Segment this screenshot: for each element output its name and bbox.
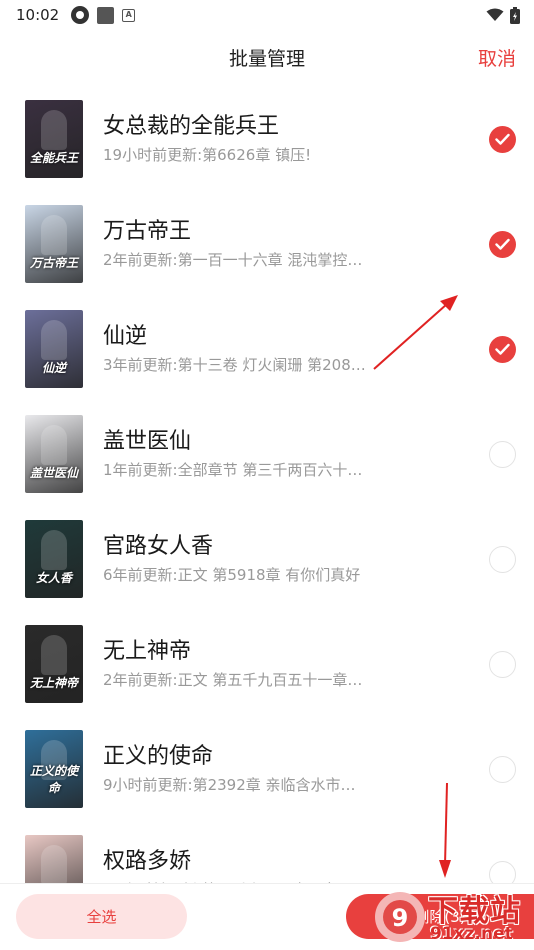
checkbox-unchecked[interactable] <box>489 651 516 678</box>
book-title: 无上神帝 <box>103 639 192 664</box>
cover-figure <box>41 845 67 883</box>
book-title: 权路多娇 <box>103 849 192 874</box>
book-cover: 无上神帝 <box>25 625 83 703</box>
cover-figure <box>41 635 67 675</box>
book-item[interactable]: 盖世医仙 盖世医仙 1年前更新:全部章节 第三千两百六十… <box>0 401 534 506</box>
book-update: 1年前更新:全部章节 第三千两百六十… <box>103 461 363 479</box>
select-all-button[interactable]: 全选 <box>16 894 187 939</box>
cover-title-art: 正义的使命 <box>29 764 78 795</box>
book-item[interactable]: 万古帝王 万古帝王 2年前更新:第一百一十六章 混沌掌控… <box>0 191 534 296</box>
check-icon <box>495 343 510 355</box>
watermark-logo-icon: 9 <box>375 892 425 942</box>
book-cover: 仙逆 <box>25 310 83 388</box>
book-item[interactable]: 女人香 官路女人香 6年前更新:正文 第5918章 有你们真好 <box>0 506 534 611</box>
book-update: 3年前更新:第十三卷 灯火阑珊 第208… <box>103 356 366 374</box>
watermark-url: 91xz.net <box>430 924 513 944</box>
cover-title-art: 女人香 <box>35 571 72 585</box>
square-icon <box>97 6 115 24</box>
book-cover: 权路 <box>25 835 83 883</box>
book-cover: 盖世医仙 <box>25 415 83 493</box>
book-update: 9小时前更新:第2392章 亲临含水市… <box>103 776 356 794</box>
header: 批量管理 取消 <box>0 30 534 86</box>
cover-figure <box>41 530 67 570</box>
book-title: 万古帝王 <box>103 219 192 244</box>
cover-figure <box>41 215 67 255</box>
watermark: 9 下载站 91xz.net <box>372 886 534 950</box>
cover-title-art: 盖世医仙 <box>29 466 78 480</box>
status-bar: 10:02 A <box>0 0 534 30</box>
book-item[interactable]: 无上神帝 无上神帝 2年前更新:正文 第五千九百五十一章… <box>0 611 534 716</box>
book-title: 正义的使命 <box>103 744 214 769</box>
book-list[interactable]: 全能兵王 女总裁的全能兵王 19小时前更新:第6626章 镇压! 万古帝王 万古帝王 2年… <box>0 86 534 883</box>
check-icon <box>495 238 510 250</box>
book-cover: 女人香 <box>25 520 83 598</box>
checkbox-checked[interactable] <box>489 231 516 258</box>
checkbox-checked[interactable] <box>489 126 516 153</box>
book-update: 6年前更新:正文 第5918章 有你们真好 <box>103 566 361 584</box>
book-title: 官路女人香 <box>103 534 214 559</box>
book-item[interactable]: 仙逆 仙逆 3年前更新:第十三卷 灯火阑珊 第208… <box>0 296 534 401</box>
book-item[interactable]: 正义的使命 正义的使命 9小时前更新:第2392章 亲临含水市… <box>0 716 534 821</box>
checkbox-unchecked[interactable] <box>489 546 516 573</box>
pin-icon <box>71 6 90 24</box>
checkbox-checked[interactable] <box>489 336 516 363</box>
book-title: 仙逆 <box>103 324 148 349</box>
cover-title-art: 无上神帝 <box>29 676 78 690</box>
a-icon: A <box>122 8 136 22</box>
svg-text:9: 9 <box>392 904 409 932</box>
book-item[interactable]: 全能兵王 女总裁的全能兵王 19小时前更新:第6626章 镇压! <box>0 86 534 191</box>
book-update: 2年前更新:第一百一十六章 混沌掌控… <box>103 251 363 269</box>
cover-title-art: 仙逆 <box>41 361 66 375</box>
cover-figure <box>41 110 67 150</box>
book-cover: 正义的使命 <box>25 730 83 808</box>
cover-figure <box>41 425 67 465</box>
check-icon <box>495 133 510 145</box>
book-title: 女总裁的全能兵王 <box>103 114 280 139</box>
status-time: 10:02 <box>16 6 60 24</box>
checkbox-unchecked[interactable] <box>489 756 516 783</box>
cancel-button[interactable]: 取消 <box>478 44 516 71</box>
book-cover: 全能兵王 <box>25 100 83 178</box>
cover-title-art: 万古帝王 <box>29 256 78 270</box>
book-item[interactable]: 权路权路多娇14小时前更新:第一千六百一十八章 <box>0 821 534 883</box>
cover-title-art: 全能兵王 <box>29 151 78 165</box>
checkbox-unchecked[interactable] <box>489 441 516 468</box>
page-title: 批量管理 <box>228 48 305 70</box>
checkbox-unchecked[interactable] <box>489 861 516 883</box>
book-update: 2年前更新:正文 第五千九百五十一章… <box>103 671 363 689</box>
wifi-icon <box>486 8 504 21</box>
book-cover: 万古帝王 <box>25 205 83 283</box>
cover-figure <box>41 320 67 360</box>
book-update: 19小时前更新:第6626章 镇压! <box>103 146 312 164</box>
battery-icon <box>510 6 520 24</box>
book-title: 盖世医仙 <box>103 429 192 454</box>
